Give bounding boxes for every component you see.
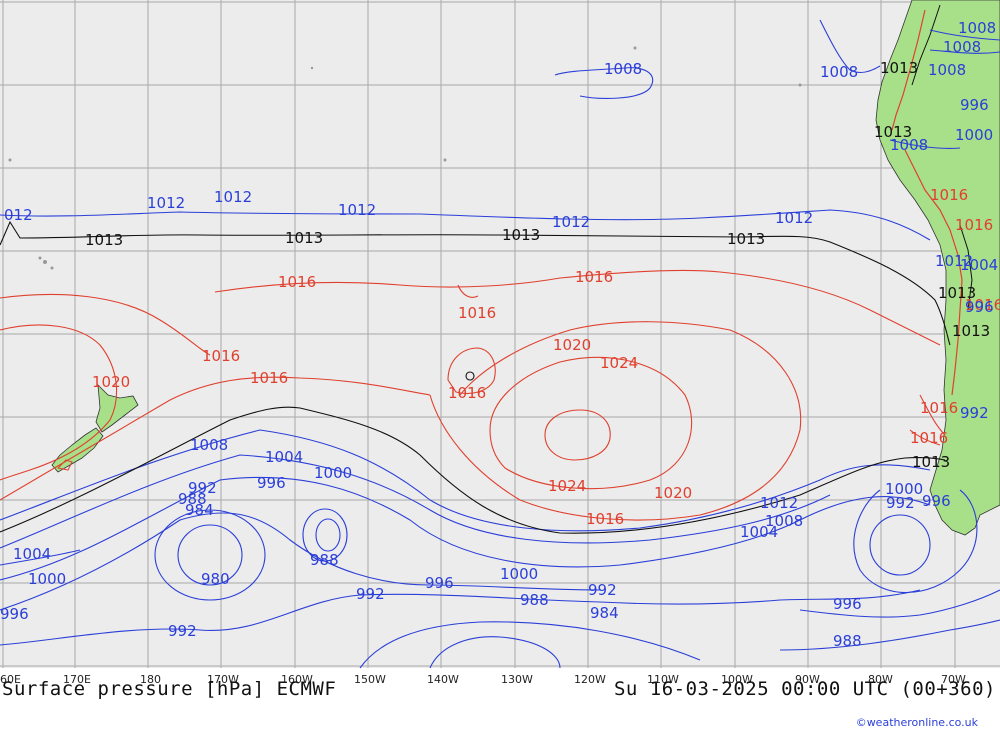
- isobar-label: 1008: [958, 19, 996, 37]
- isobar-label: 1016: [586, 510, 624, 528]
- isobar-label: 1016: [202, 347, 240, 365]
- isobar-label: 988: [520, 591, 549, 609]
- isobar-label: 1024: [548, 477, 586, 495]
- isobar-label: 1013: [952, 322, 990, 340]
- isobar-label: 1000: [885, 480, 923, 498]
- isobar-label: 996: [833, 595, 862, 613]
- isobar-label: 1000: [500, 565, 538, 583]
- isobar-label: 992: [960, 404, 989, 422]
- isobar-label: 1012: [775, 209, 813, 227]
- isobar-label: 1008: [890, 136, 928, 154]
- isobar-label: 012: [4, 206, 33, 224]
- isobar-label: 1016: [575, 268, 613, 286]
- isobar-label: 1012: [760, 494, 798, 512]
- isobar-label: 1004: [740, 523, 778, 541]
- lon-tick-label: 140W: [427, 673, 459, 686]
- isobar-label: 1008: [604, 60, 642, 78]
- isobar-label: 1013: [285, 229, 323, 247]
- isobar-label: 996: [425, 574, 454, 592]
- isobar-label: 984: [185, 501, 214, 519]
- lon-tick-label: 120W: [574, 673, 606, 686]
- isobar-label: 1008: [820, 63, 858, 81]
- pressure-map: 1013 1013 1013 1013 1013 1013 1013 1013 …: [0, 0, 1000, 686]
- isobar-label: 988: [833, 632, 862, 650]
- isobar-label: 1000: [314, 464, 352, 482]
- isobar-label: 980: [201, 570, 230, 588]
- isobar-label: 1008: [928, 61, 966, 79]
- isobar-label: 996: [922, 492, 951, 510]
- isobar-label: 996: [960, 96, 989, 114]
- isobar-label: 1016: [448, 384, 486, 402]
- isobar-label: 1016: [955, 216, 993, 234]
- isobar-label: 1012: [338, 201, 376, 219]
- isobar-label: 1020: [92, 373, 130, 391]
- isobar-label: 1016: [910, 429, 948, 447]
- isobar-label: 992: [356, 585, 385, 603]
- isobar-label: 1016: [250, 369, 288, 387]
- isobar-label: 1000: [955, 126, 993, 144]
- isobar-label: 996: [0, 605, 29, 623]
- forecast-datetime: Su 16-03-2025 00:00 UTC (00+360): [613, 678, 996, 700]
- isobar-label: 1013: [502, 226, 540, 244]
- isobar-label: 1004: [13, 545, 51, 563]
- isobar-label: 1016: [930, 186, 968, 204]
- lon-tick-label: 130W: [501, 673, 533, 686]
- isobar-label: 1004: [960, 256, 998, 274]
- isobar-label: 1016: [920, 399, 958, 417]
- isobar-label: 1012: [552, 213, 590, 231]
- isobar-label: 992: [168, 622, 197, 640]
- isobar-label: 988: [310, 551, 339, 569]
- isobar-label: 1024: [600, 354, 638, 372]
- isobar-label: 1012: [147, 194, 185, 212]
- isobar-label: 1013: [727, 230, 765, 248]
- isobar-label: 996: [965, 298, 994, 316]
- isobar-label: 1013: [880, 59, 918, 77]
- isobar-label: 992: [588, 581, 617, 599]
- isobar-label: 1020: [553, 336, 591, 354]
- isobar-label: 1020: [654, 484, 692, 502]
- isobar-label: 1013: [85, 231, 123, 249]
- credit-link[interactable]: ©weatheronline.co.uk: [856, 716, 978, 729]
- isobar-label: 1008: [190, 436, 228, 454]
- isobar-label: 984: [590, 604, 619, 622]
- lon-tick-label: 150W: [354, 673, 386, 686]
- isobar-label: 1004: [265, 448, 303, 466]
- isobar-label: 1012: [214, 188, 252, 206]
- isobar-label: 1013: [912, 453, 950, 471]
- isobar-label: 1016: [458, 304, 496, 322]
- isobar-label: 1000: [28, 570, 66, 588]
- map-title: Surface pressure [hPa] ECMWF: [2, 678, 337, 700]
- isobar-label: 1008: [943, 38, 981, 56]
- isobar-label: 996: [257, 474, 286, 492]
- isobar-label: 1016: [278, 273, 316, 291]
